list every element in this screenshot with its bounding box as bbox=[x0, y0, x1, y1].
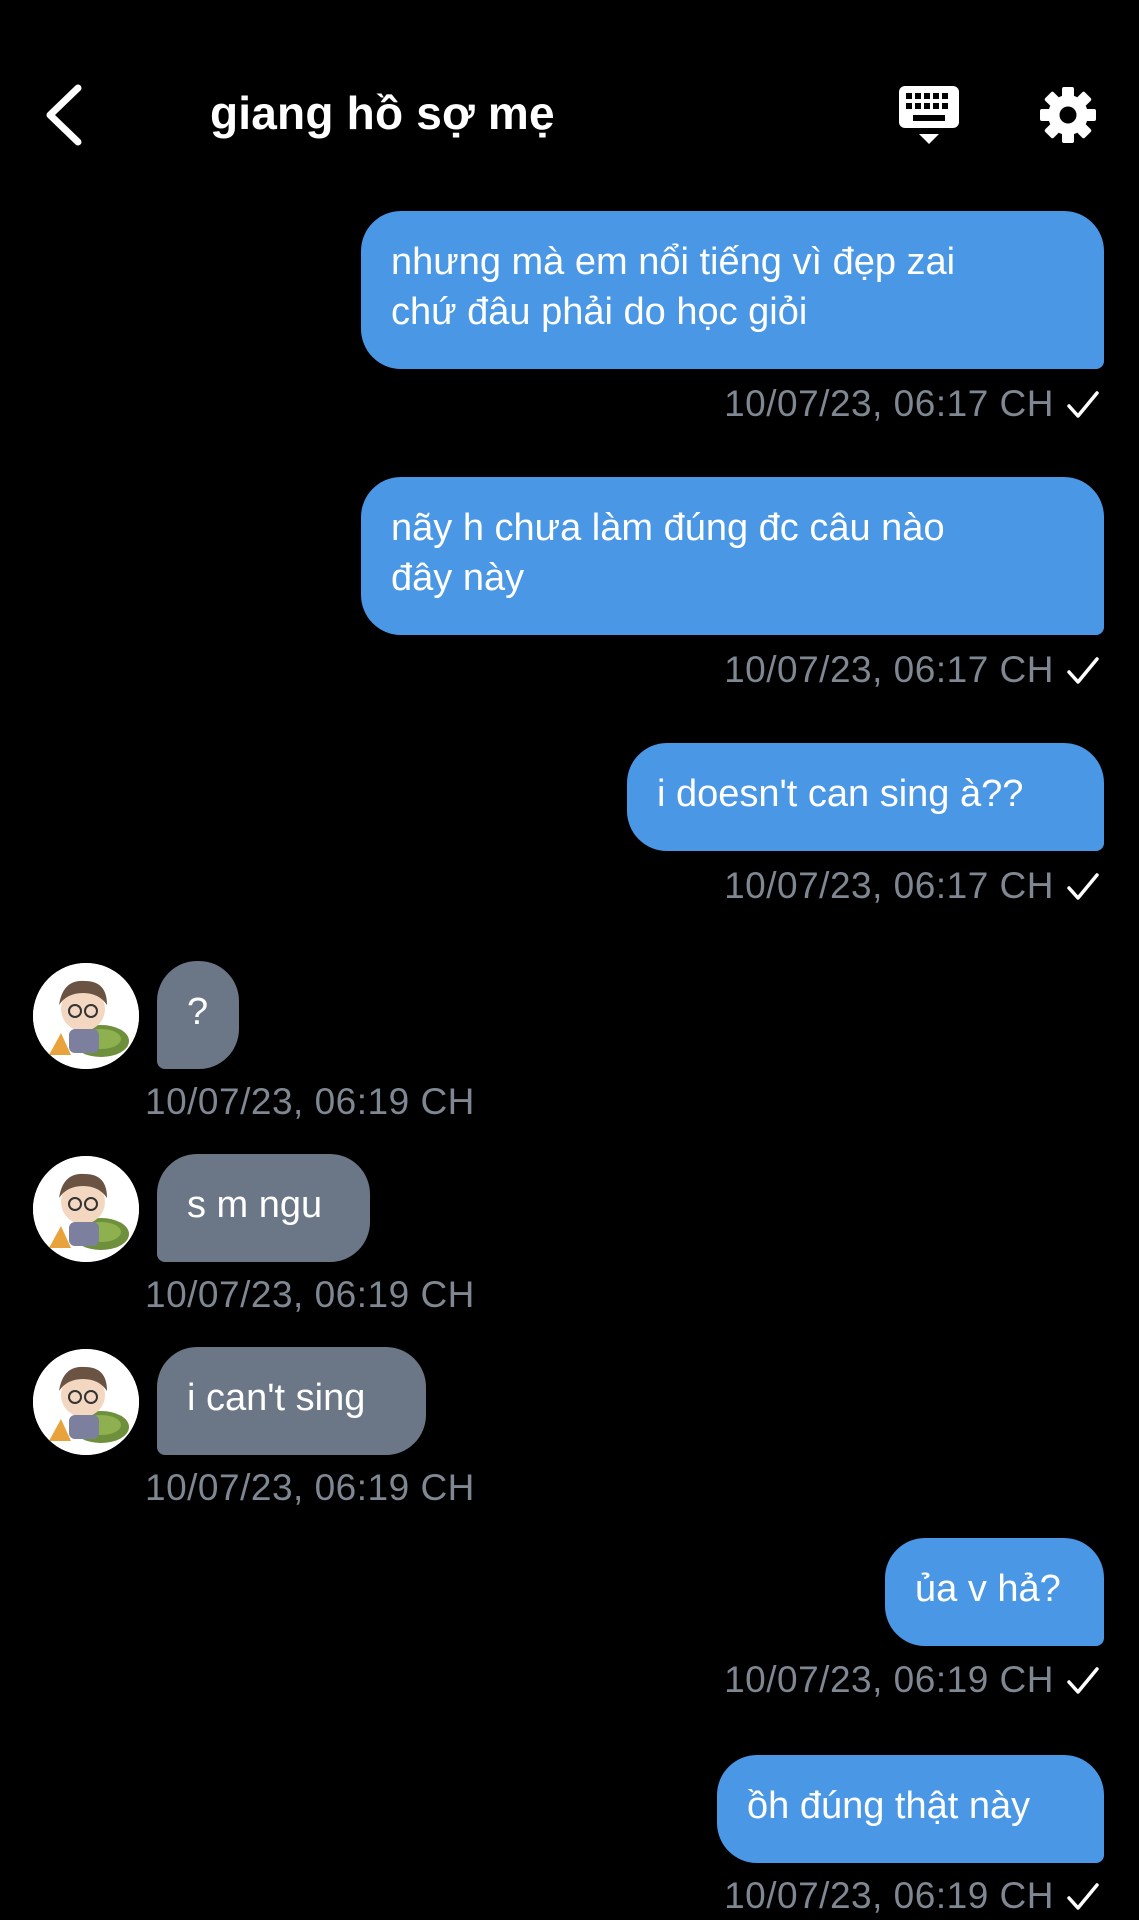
check-icon bbox=[1067, 391, 1099, 418]
avatar-icon bbox=[33, 1156, 139, 1262]
message-timestamp: 10/07/23, 06:19 CH bbox=[145, 1081, 475, 1122]
contact-avatar[interactable] bbox=[33, 1349, 139, 1455]
message-timestamp: 10/07/23, 06:19 CH bbox=[724, 1659, 1054, 1700]
message-timestamp: 10/07/23, 06:17 CH bbox=[724, 383, 1054, 424]
avatar-icon bbox=[33, 963, 139, 1069]
incoming-message-bubble[interactable]: i can't sing bbox=[157, 1347, 426, 1455]
outgoing-message-bubble[interactable]: ồh đúng thật này bbox=[717, 1755, 1104, 1863]
check-icon bbox=[1067, 873, 1099, 900]
message-timestamp: 10/07/23, 06:17 CH bbox=[724, 649, 1054, 690]
outgoing-message-bubble[interactable]: nhưng mà em nổi tiếng vì đẹp zai chứ đâu… bbox=[361, 211, 1104, 369]
incoming-message-bubble[interactable]: s m ngu bbox=[157, 1154, 370, 1262]
chat-title: giang hồ sợ mẹ bbox=[210, 87, 555, 139]
avatar-icon bbox=[33, 1349, 139, 1455]
settings-button[interactable] bbox=[1038, 85, 1098, 145]
contact-avatar[interactable] bbox=[33, 1156, 139, 1262]
message-timestamp: 10/07/23, 06:19 CH bbox=[145, 1467, 475, 1508]
contact-avatar[interactable] bbox=[33, 963, 139, 1069]
outgoing-message-bubble[interactable]: i doesn't can sing à?? bbox=[627, 743, 1104, 851]
keyboard-button[interactable] bbox=[895, 84, 963, 148]
gear-icon bbox=[1040, 87, 1096, 143]
check-icon bbox=[1067, 657, 1099, 684]
outgoing-message-bubble[interactable]: ủa v hả? bbox=[885, 1538, 1104, 1646]
keyboard-icon bbox=[899, 86, 959, 144]
message-timestamp: 10/07/23, 06:17 CH bbox=[724, 865, 1054, 906]
back-button[interactable] bbox=[40, 80, 90, 150]
chevron-left-icon bbox=[46, 84, 82, 146]
incoming-message-bubble[interactable]: ? bbox=[157, 961, 239, 1069]
message-timestamp: 10/07/23, 06:19 CH bbox=[724, 1875, 1054, 1916]
outgoing-message-bubble[interactable]: nãy h chưa làm đúng đc câu nào đây này bbox=[361, 477, 1104, 635]
message-timestamp: 10/07/23, 06:19 CH bbox=[145, 1274, 475, 1315]
check-icon bbox=[1067, 1883, 1099, 1910]
chat-header: giang hồ sợ mẹ bbox=[0, 0, 1139, 200]
check-icon bbox=[1067, 1667, 1099, 1694]
